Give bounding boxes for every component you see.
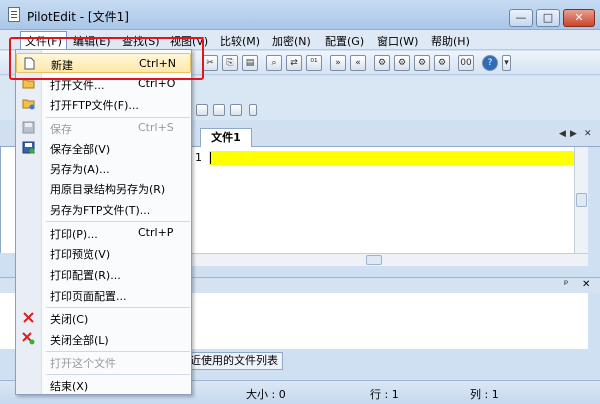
save-icon xyxy=(22,121,35,134)
status-column: 列 : 1 xyxy=(470,388,499,401)
menu-edit[interactable]: 编辑(E) xyxy=(73,33,111,49)
help-icon[interactable]: ? xyxy=(482,55,498,71)
horizontal-scroll-thumb[interactable] xyxy=(366,255,382,265)
open-folder-icon xyxy=(22,79,35,89)
menu-item-save-all[interactable]: 保存全部(V) xyxy=(16,138,191,158)
tab-recent-files[interactable]: 近使用的文件列表 xyxy=(185,352,283,370)
save-all-icon xyxy=(22,141,35,154)
add-icon[interactable] xyxy=(196,104,208,116)
menu-item-print-preview[interactable]: 打印预览(V) xyxy=(16,243,191,263)
cut-icon[interactable]: ✂ xyxy=(202,55,218,71)
menu-separator xyxy=(46,221,190,222)
remove-icon[interactable] xyxy=(213,104,225,116)
close-window-button[interactable]: ✕ xyxy=(563,9,595,27)
title-bar: PilotEdit - [文件1] — □ ✕ xyxy=(0,0,600,30)
options-icon[interactable] xyxy=(230,104,242,116)
menu-item-close-all[interactable]: 关闭全部(L) xyxy=(16,329,191,349)
replace-icon[interactable]: ⇄ xyxy=(286,55,302,71)
vertical-scrollbar[interactable] xyxy=(574,147,588,253)
menu-item-save-as[interactable]: 另存为(A)... xyxy=(16,158,191,178)
menu-view[interactable]: 视图(V) xyxy=(170,33,208,49)
macro-play-icon[interactable]: ⚙ xyxy=(394,55,410,71)
copy-icon[interactable]: ⎘ xyxy=(222,55,238,71)
menu-item-save: 保存 Ctrl+S xyxy=(16,118,191,138)
close-icon xyxy=(23,312,34,323)
vertical-scroll-thumb[interactable] xyxy=(576,193,587,207)
toolbar-overflow-icon[interactable]: ▾ xyxy=(502,55,511,71)
menu-file[interactable]: 文件(F) xyxy=(20,31,67,51)
close-all-icon xyxy=(22,332,35,345)
new-file-icon xyxy=(24,57,35,70)
menu-item-save-as-structure[interactable]: 用原目录结构另存为(R) xyxy=(16,178,191,198)
tab-next-icon[interactable]: ▶ xyxy=(570,129,577,139)
menu-help[interactable]: 帮助(H) xyxy=(431,33,470,49)
panel-close-icon[interactable]: ✕ xyxy=(582,279,590,290)
menu-config[interactable]: 配置(G) xyxy=(325,33,364,49)
status-line: 行 : 1 xyxy=(370,388,399,401)
tab-file1[interactable]: 文件1 xyxy=(200,128,252,147)
paste-icon[interactable]: ▤ xyxy=(242,55,258,71)
menu-item-save-as-ftp[interactable]: 另存为FTP文件(T)... xyxy=(16,199,191,219)
menu-bar: 文件(F) 编辑(E) 查找(S) 视图(V) 比较(M) 加密(N) 配置(G… xyxy=(0,30,600,51)
menu-item-open[interactable]: 打开文件... Ctrl+O xyxy=(16,74,191,94)
ftp-folder-icon xyxy=(22,99,35,110)
maximize-button[interactable]: □ xyxy=(536,9,560,27)
menu-item-new[interactable]: 新建 Ctrl+N xyxy=(16,53,191,73)
current-line-highlight xyxy=(209,151,574,165)
line-number: 1 xyxy=(195,151,202,164)
menu-compare[interactable]: 比较(M) xyxy=(220,33,260,49)
file-menu-dropdown: 新建 Ctrl+N 打开文件... Ctrl+O 打开FTP文件(F)... 保… xyxy=(15,49,192,395)
text-caret xyxy=(210,152,211,164)
menu-item-page-setup[interactable]: 打印页面配置... xyxy=(16,285,191,305)
macro-edit-icon[interactable]: ⚙ xyxy=(434,55,450,71)
tab-close-icon[interactable]: ✕ xyxy=(584,129,592,139)
menu-find[interactable]: 查找(S) xyxy=(122,33,160,49)
horizontal-scrollbar[interactable] xyxy=(190,253,588,266)
app-icon xyxy=(8,7,20,22)
menu-item-open-this-file: 打开这个文件 xyxy=(50,357,116,370)
outdent-icon[interactable]: « xyxy=(350,55,366,71)
menu-item-print[interactable]: 打印(P)... Ctrl+P xyxy=(16,223,191,243)
indent-icon[interactable]: » xyxy=(330,55,346,71)
minimize-button[interactable]: — xyxy=(509,9,533,27)
pin-icon[interactable]: ᵖ xyxy=(564,279,568,290)
status-size: 大小 : 0 xyxy=(246,388,286,401)
find-icon[interactable]: ⌕ xyxy=(266,55,282,71)
menu-item-close[interactable]: 关闭(C) xyxy=(16,308,191,328)
toolbar2-overflow-icon[interactable] xyxy=(249,104,257,116)
macro-stop-icon[interactable]: ⚙ xyxy=(414,55,430,71)
hex-mode-icon[interactable]: 00 xyxy=(458,55,474,71)
menu-item-print-setup[interactable]: 打印配置(R)... xyxy=(16,264,191,284)
binary-icon[interactable]: ⁰¹ xyxy=(306,55,322,71)
macro-record-icon[interactable]: ⚙ xyxy=(374,55,390,71)
menu-window[interactable]: 窗口(W) xyxy=(377,33,418,49)
window-title: PilotEdit - [文件1] xyxy=(27,10,129,24)
menu-item-exit[interactable]: 结束(X) xyxy=(16,375,191,395)
tab-prev-icon[interactable]: ◀ xyxy=(559,129,566,139)
menu-encrypt[interactable]: 加密(N) xyxy=(272,33,311,49)
menu-item-open-ftp[interactable]: 打开FTP文件(F)... xyxy=(16,94,191,114)
